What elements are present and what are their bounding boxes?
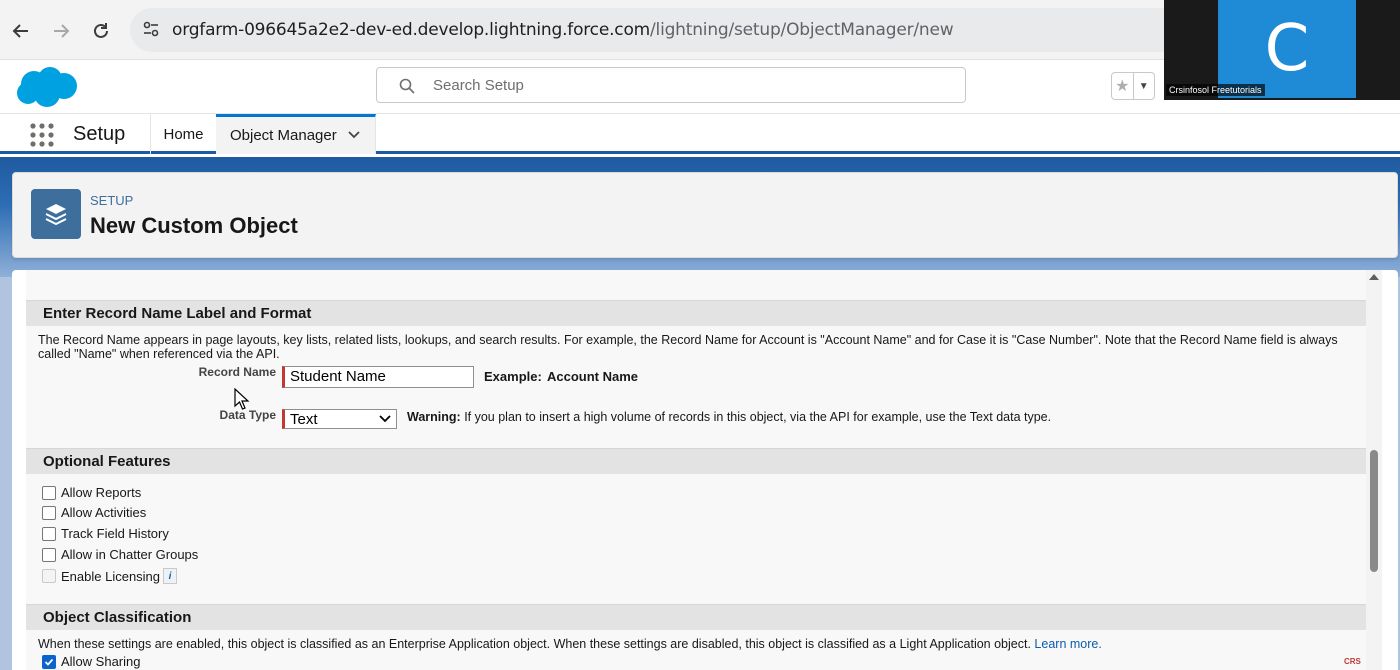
example-value: Account Name: [547, 369, 639, 384]
data-type-select[interactable]: Text: [282, 409, 397, 429]
track-field-history-checkbox[interactable]: Track Field History: [42, 526, 169, 541]
app-nav-bar: Setup Home Object Manager: [0, 114, 1400, 154]
layers-icon: [31, 189, 81, 239]
reload-button[interactable]: [88, 18, 114, 44]
search-icon: [399, 78, 415, 94]
allow-activities-checkbox[interactable]: Allow Activities: [42, 505, 146, 520]
salesforce-logo[interactable]: [14, 64, 80, 115]
page-title: New Custom Object: [90, 213, 298, 238]
page-eyebrow: SETUP: [90, 193, 134, 208]
example-label: Example:: [484, 369, 542, 384]
checkbox-box: [42, 569, 56, 583]
participant-caption: Crsinfosol Freetutorials: [1166, 84, 1265, 96]
reload-icon: [94, 23, 108, 38]
url-text: orgfarm-096645a2e2-dev-ed.develop.lightn…: [172, 20, 954, 40]
form-area: Enter Record Name Label and Format The R…: [26, 270, 1368, 670]
section-heading-optional-features: Optional Features: [26, 448, 1368, 474]
checkbox-box[interactable]: [42, 485, 56, 500]
back-button[interactable]: [8, 18, 34, 44]
mouse-cursor-icon: [234, 388, 250, 410]
forward-button[interactable]: [48, 18, 74, 44]
allow-reports-checkbox[interactable]: Allow Reports: [42, 485, 141, 500]
scrollbar-thumb[interactable]: [1370, 450, 1378, 572]
app-name: Setup: [73, 123, 126, 145]
address-bar[interactable]: orgfarm-096645a2e2-dev-ed.develop.lightn…: [130, 8, 1210, 52]
back-arrow-icon: [12, 24, 28, 38]
site-settings-icon[interactable]: [142, 20, 160, 43]
record-name-label: Record Name: [198, 365, 276, 379]
search-setup-input[interactable]: Search Setup: [376, 67, 966, 103]
page-header: SETUP New Custom Object: [12, 172, 1398, 258]
enable-licensing-checkbox: Enable Licensing i: [42, 568, 178, 584]
favorites-button[interactable]: ★ ▼: [1111, 72, 1155, 100]
record-name-input[interactable]: Student Name: [282, 366, 474, 388]
section-heading-object-classification: Object Classification: [26, 604, 1368, 630]
tab-home[interactable]: Home: [150, 114, 216, 154]
object-classification-description: When these settings are enabled, this ob…: [38, 637, 1102, 651]
search-placeholder: Search Setup: [433, 77, 524, 94]
tab-object-manager[interactable]: Object Manager: [216, 114, 376, 154]
section-heading-record-name: Enter Record Name Label and Format: [26, 300, 1368, 326]
salesforce-cloud-icon: [17, 67, 77, 107]
allow-sharing-checkbox[interactable]: Allow Sharing: [42, 654, 141, 669]
checkbox-box[interactable]: [42, 547, 56, 562]
waffle-icon: [30, 123, 54, 147]
checkbox-box[interactable]: [42, 654, 56, 669]
data-type-label: Data Type: [219, 408, 276, 422]
checkbox-box[interactable]: [42, 505, 56, 520]
forward-arrow-icon: [54, 24, 70, 38]
record-name-description: The Record Name appears in page layouts,…: [38, 333, 1338, 361]
watermark-logo: CRS: [1344, 657, 1361, 666]
select-arrow-icon: [379, 415, 391, 423]
allow-in-chatter-groups-checkbox[interactable]: Allow in Chatter Groups: [42, 547, 198, 562]
favorites-dropdown-icon[interactable]: ▼: [1132, 73, 1155, 99]
checkbox-box[interactable]: [42, 526, 56, 541]
info-icon[interactable]: i: [163, 568, 178, 584]
data-type-warning: Warning: If you plan to insert a high vo…: [407, 410, 1052, 424]
app-launcher-button[interactable]: [30, 123, 54, 152]
webcam-overlay: C Crsinfosol Freetutorials: [1164, 0, 1400, 100]
scroll-up-arrow-icon[interactable]: [1369, 274, 1379, 280]
learn-more-link[interactable]: Learn more.: [1034, 637, 1101, 651]
content-panel: Enter Record Name Label and Format The R…: [12, 270, 1398, 670]
chevron-down-icon[interactable]: [347, 127, 361, 141]
checkmark-icon: [44, 658, 54, 666]
star-icon[interactable]: ★: [1112, 73, 1133, 99]
page-scrollbar[interactable]: [1366, 270, 1382, 670]
